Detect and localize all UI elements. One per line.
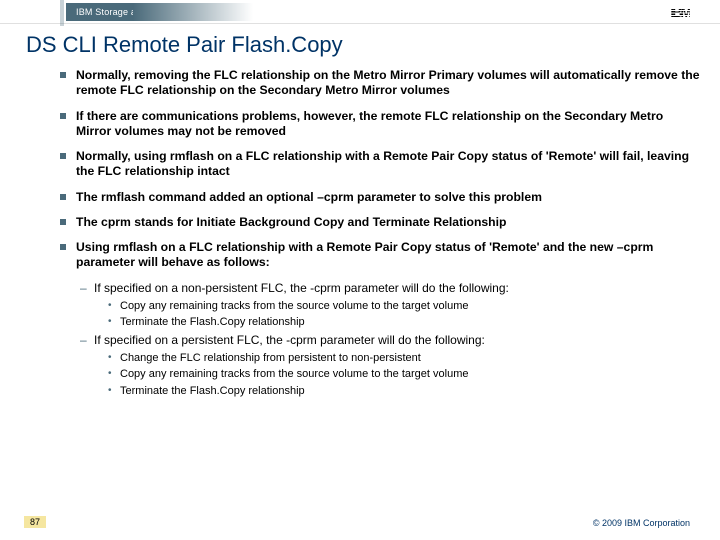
header-group-label: IBM Storage and Technology Group — [66, 3, 235, 21]
ibm-logo: IBM — [670, 4, 690, 20]
bullet-level1: The cprm stands for Initiate Background … — [60, 215, 700, 230]
bullet-level1: If there are communications problems, ho… — [60, 109, 700, 140]
header-stripe — [60, 0, 64, 26]
bullet-level3: Copy any remaining tracks from the sourc… — [108, 367, 700, 381]
bullet-level1: Using rmflash on a FLC relationship with… — [60, 240, 700, 271]
bullet-level3: Terminate the Flash.Copy relationship — [108, 384, 700, 398]
slide-content: DS CLI Remote Pair Flash.Copy Normally, … — [20, 32, 700, 400]
copyright-text: © 2009 IBM Corporation — [593, 518, 690, 528]
bullet-list: Normally, removing the FLC relationship … — [60, 68, 700, 398]
slide-title: DS CLI Remote Pair Flash.Copy — [26, 32, 700, 58]
bullet-level3: Copy any remaining tracks from the sourc… — [108, 299, 700, 313]
bullet-level3: Change the FLC relationship from persist… — [108, 351, 700, 365]
bullet-level2: If specified on a non-persistent FLC, th… — [80, 281, 700, 296]
bullet-level1: The rmflash command added an optional –c… — [60, 190, 700, 205]
bullet-level2: If specified on a persistent FLC, the -c… — [80, 333, 700, 348]
page-number: 87 — [24, 516, 46, 528]
slide-footer: 87 © 2009 IBM Corporation — [0, 510, 720, 530]
bullet-level1: Normally, using rmflash on a FLC relatio… — [60, 149, 700, 180]
slide-header: IBM Storage and Technology Group IBM — [0, 0, 720, 24]
bullet-level3: Terminate the Flash.Copy relationship — [108, 315, 700, 329]
bullet-level1: Normally, removing the FLC relationship … — [60, 68, 700, 99]
